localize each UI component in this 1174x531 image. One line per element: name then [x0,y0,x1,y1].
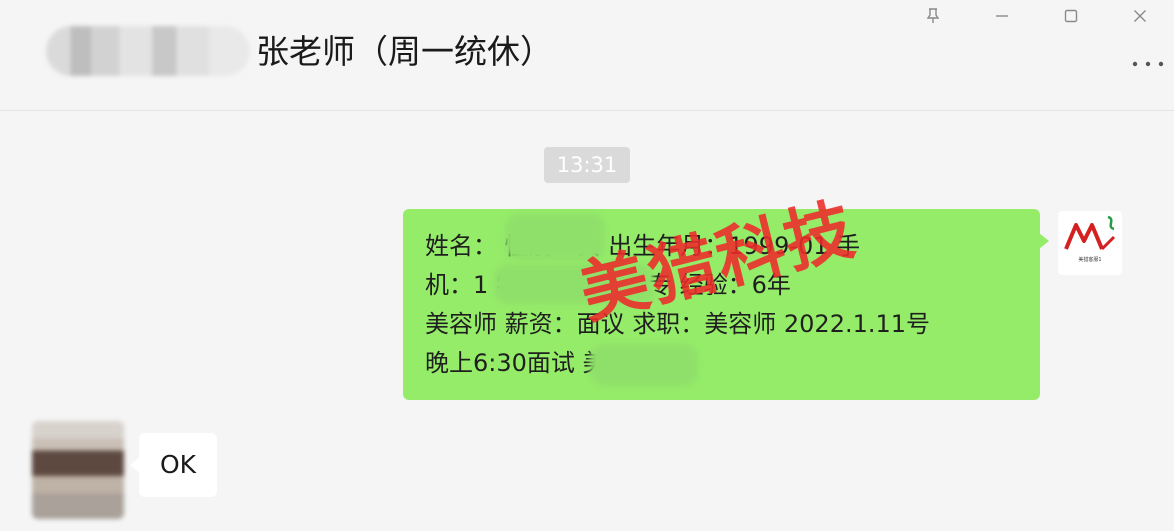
more-button[interactable] [1128,52,1168,76]
maximize-button[interactable] [1036,0,1105,32]
contact-avatar[interactable] [32,421,124,519]
incoming-message-bubble[interactable]: OK [130,433,217,497]
message-line: 晚上6:30面试 美容师 [425,349,655,377]
self-avatar[interactable]: 美猎客服1 [1058,211,1122,275]
minimize-button[interactable] [967,0,1036,32]
message-timestamp: 13:31 [544,147,630,183]
pin-button[interactable] [898,0,967,32]
blurred-location-patch [590,344,698,386]
message-line: 美容师 薪资：面议 求职：美容师 2022.1.11号 [425,310,931,338]
close-button[interactable] [1105,0,1174,32]
more-icon [1132,61,1164,67]
chat-header: 张老师（周一统休） [0,0,1174,111]
blurred-phone-patch [494,264,654,304]
window-controls [898,0,1174,32]
minimize-icon [995,15,1008,17]
blurred-contact-name [46,26,250,76]
maximize-icon [1064,9,1077,23]
pin-icon [926,8,939,23]
brand-logo-icon [1064,215,1116,251]
blurred-name-patch [505,214,605,260]
chat-title: 张老师（周一统休） [256,32,553,71]
outgoing-message-bubble[interactable]: 姓名： 性别：女 出生年月：1999-01 手 机：1 学历：高中/中专 经验：… [403,209,1049,400]
chat-window: 张老师（周一统休） 13:31 姓名： 性别：女 出生年月：1999-01 手 … [0,0,1174,531]
brand-logo-caption: 美猎客服1 [1078,257,1102,263]
close-icon [1133,10,1146,22]
